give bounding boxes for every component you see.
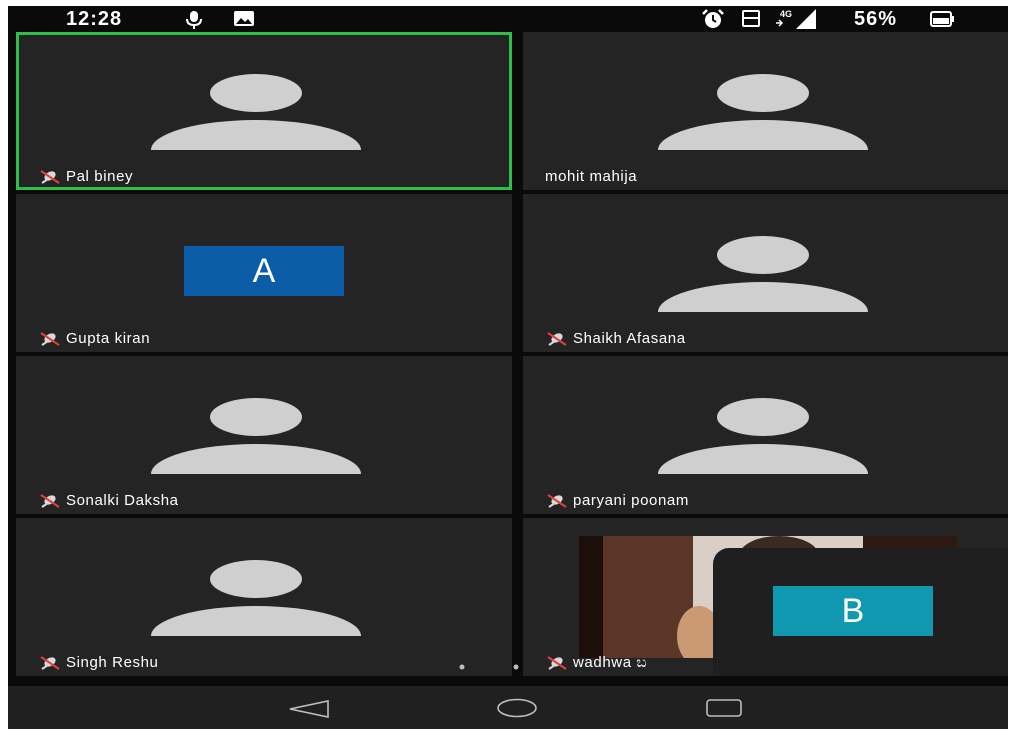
participant-tile[interactable]: mohit mahija	[523, 32, 1008, 190]
avatar-body	[151, 606, 361, 636]
muted-mic-icon	[40, 332, 60, 346]
participant-tile[interactable]: Pal biney	[16, 32, 512, 190]
participant-tile[interactable]: Sonalki Daksha	[16, 356, 512, 514]
battery-percent: 56%	[854, 8, 898, 30]
participant-name-row: Gupta kiran	[38, 328, 150, 348]
system-nav-bar	[8, 686, 1008, 729]
status-bar: 12:28 4G 56%	[8, 6, 1008, 32]
self-initial: B	[841, 591, 865, 630]
muted-mic-icon	[547, 656, 567, 670]
participant-initial: A	[252, 251, 276, 290]
participant-name: Pal biney	[66, 167, 134, 185]
meeting-screen: 12:28 4G 56% Pal biney mohit mahija A Gu…	[8, 6, 1008, 729]
participant-name: mohit mahija	[545, 167, 638, 185]
participant-name-row: paryani poonam	[545, 490, 689, 510]
avatar-head	[210, 74, 302, 112]
participant-name: Singh Reshu	[66, 653, 159, 671]
participant-name-row: Shaikh Afasana	[545, 328, 686, 348]
avatar-head	[210, 560, 302, 598]
alarm-icon	[702, 9, 724, 28]
participant-name: Shaikh Afasana	[573, 329, 686, 347]
microphone-icon	[186, 11, 202, 29]
participant-tile[interactable]: Shaikh Afasana	[523, 194, 1008, 352]
avatar-head	[717, 236, 809, 274]
svg-text:4G: 4G	[780, 9, 792, 19]
participant-initial-avatar: A	[184, 246, 344, 296]
participant-name-row: mohit mahija	[545, 166, 637, 186]
avatar-body	[658, 444, 868, 474]
battery-icon	[930, 11, 954, 27]
avatar-body	[151, 444, 361, 474]
participant-tile[interactable]: A Gupta kiran	[16, 194, 512, 352]
recents-icon[interactable]	[704, 698, 744, 718]
participant-name-row: wadhwa ಬ	[545, 652, 647, 672]
avatar-body	[151, 120, 361, 150]
participant-name-row: Pal biney	[38, 166, 133, 186]
muted-mic-icon	[547, 494, 567, 508]
participant-name: wadhwa ಬ	[573, 653, 648, 671]
avatar-head	[717, 398, 809, 436]
status-time: 12:28	[66, 8, 123, 30]
volte-icon	[742, 10, 760, 27]
back-icon[interactable]	[288, 700, 332, 718]
self-view-tile[interactable]: B	[713, 548, 1008, 676]
signal-icon: 4G	[776, 9, 816, 29]
self-initial-avatar: B	[773, 586, 933, 636]
avatar-body	[658, 282, 868, 312]
avatar-body	[658, 120, 868, 150]
muted-mic-icon	[40, 494, 60, 508]
participant-name: paryani poonam	[573, 491, 689, 509]
participant-name-row: Singh Reshu	[38, 652, 159, 672]
muted-mic-icon	[40, 656, 60, 670]
page-indicator[interactable]	[457, 662, 521, 672]
participant-name: Sonalki Daksha	[66, 491, 179, 509]
participant-tile[interactable]: paryani poonam	[523, 356, 1008, 514]
participant-name-row: Sonalki Daksha	[38, 490, 179, 510]
image-icon	[234, 11, 254, 26]
participant-name: Gupta kiran	[66, 329, 151, 347]
home-icon[interactable]	[496, 698, 538, 718]
avatar-head	[717, 74, 809, 112]
participant-tile[interactable]: B wadhwa ಬ	[523, 518, 1008, 676]
muted-mic-icon	[547, 332, 567, 346]
avatar-head	[210, 398, 302, 436]
participant-tile[interactable]: Singh Reshu	[16, 518, 512, 676]
muted-mic-icon	[40, 170, 60, 184]
